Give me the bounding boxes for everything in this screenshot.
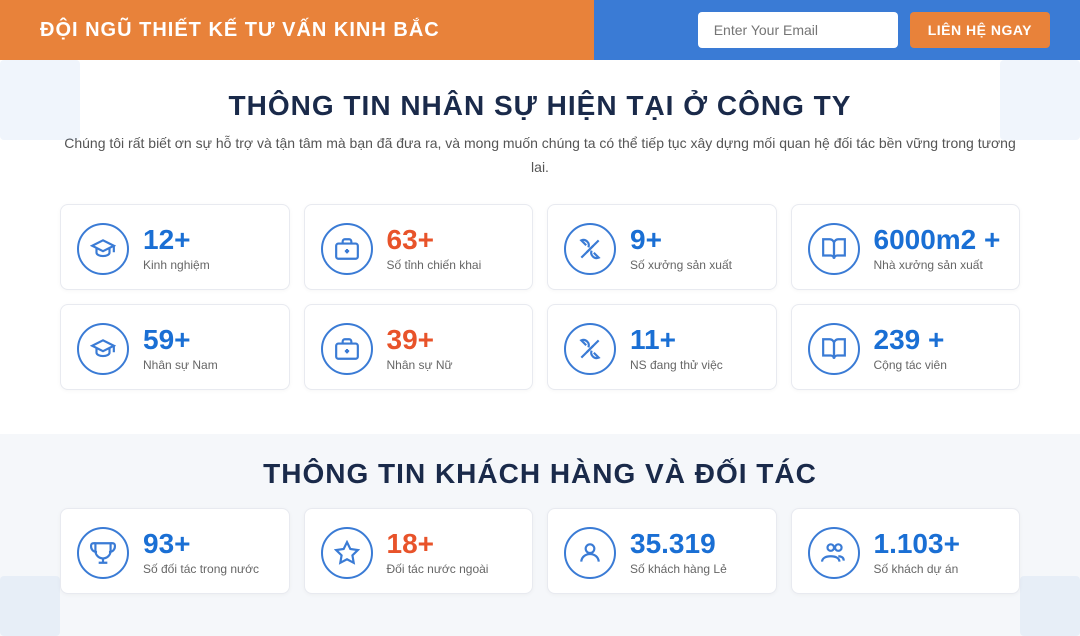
stat-label-nhan-su-nu: Nhân sự Nữ	[387, 358, 453, 372]
stat-number-khach-du-an: 1.103+	[874, 529, 960, 560]
stat-label-thu-viec: NS đang thử việc	[630, 358, 723, 372]
stat-label-nhan-su-nam: Nhân sự Nam	[143, 358, 218, 372]
stat-card-cong-tac-vien: 239 + Cộng tác viên	[791, 304, 1021, 390]
stat-card-thu-viec: 11+ NS đang thử việc	[547, 304, 777, 390]
stat-card-doi-tac-trong-nuoc: 93+ Số đối tác trong nước	[60, 508, 290, 594]
stat-number-khach-hang-le: 35.319	[630, 529, 727, 560]
header-right: LIÊN HỆ NGAY	[698, 12, 1050, 48]
star-icon	[321, 527, 373, 579]
stat-number-cong-tac-vien: 239 +	[874, 325, 947, 356]
stat-number-kinh-nghiem: 12+	[143, 225, 210, 256]
stat-number-doi-tac-nuoc-ngoai: 18+	[387, 529, 489, 560]
stat-number-thu-viec: 11+	[630, 325, 723, 356]
stat-label-xuong: Số xưởng sản xuất	[630, 258, 732, 272]
stat-label-tinh: Số tỉnh chiến khai	[387, 258, 482, 272]
stat-card-xuong: 9+ Số xưởng sản xuất	[547, 204, 777, 290]
header-title: ĐỘI NGŨ THIẾT KẾ TƯ VẤN KINH BẮC	[40, 19, 440, 42]
book-icon	[808, 223, 860, 275]
book-icon-2	[808, 323, 860, 375]
stat-label-khach-hang-le: Số khách hàng Lẻ	[630, 562, 727, 576]
stat-label-doi-tac-trong-nuoc: Số đối tác trong nước	[143, 562, 259, 576]
tools-icon	[564, 223, 616, 275]
contact-button[interactable]: LIÊN HỆ NGAY	[910, 12, 1050, 48]
stat-card-kinh-nghiem: 12+ Kinh nghiệm	[60, 204, 290, 290]
stat-number-nhan-su-nu: 39+	[387, 325, 453, 356]
stat-card-tinh: 63+ Số tỉnh chiến khai	[304, 204, 534, 290]
graduation-icon	[77, 223, 129, 275]
section-nhan-su: THÔNG TIN NHÂN SỰ HIỆN TẠI Ở CÔNG TY Chú…	[0, 60, 1080, 434]
stat-card-nha-xuong: 6000m2 + Nhà xưởng sản xuất	[791, 204, 1021, 290]
stat-number-doi-tac-trong-nuoc: 93+	[143, 529, 259, 560]
graduation-icon-2	[77, 323, 129, 375]
stat-number-xuong: 9+	[630, 225, 732, 256]
section2-title: THÔNG TIN KHÁCH HÀNG VÀ ĐỐI TÁC	[60, 458, 1020, 490]
stat-card-khach-hang-le: 35.319 Số khách hàng Lẻ	[547, 508, 777, 594]
stat-label-khach-du-an: Số khách dự án	[874, 562, 960, 576]
stat-label-cong-tac-vien: Cộng tác viên	[874, 358, 947, 372]
stat-card-khach-du-an: 1.103+ Số khách dự án	[791, 508, 1021, 594]
stat-number-tinh: 63+	[387, 225, 482, 256]
stat-label-nha-xuong: Nhà xưởng sản xuất	[874, 258, 1001, 272]
stat-card-nhan-su-nam: 59+ Nhân sự Nam	[60, 304, 290, 390]
stat-number-nhan-su-nam: 59+	[143, 325, 218, 356]
person-icon	[564, 527, 616, 579]
section-khach-hang: THÔNG TIN KHÁCH HÀNG VÀ ĐỐI TÁC 93+ Số đ…	[0, 434, 1080, 636]
stat-number-nha-xuong: 6000m2 +	[874, 225, 1001, 256]
section1-subtitle: Chúng tôi rất biết ơn sự hỗ trợ và tận t…	[60, 132, 1020, 180]
group-icon	[808, 527, 860, 579]
header: ĐỘI NGŨ THIẾT KẾ TƯ VẤN KINH BẮC LIÊN HỆ…	[0, 0, 1080, 60]
stat-card-nhan-su-nu: 39+ Nhân sự Nữ	[304, 304, 534, 390]
stat-card-doi-tac-nuoc-ngoai: 18+ Đối tác nước ngoài	[304, 508, 534, 594]
stat-label-doi-tac-nuoc-ngoai: Đối tác nước ngoài	[387, 562, 489, 576]
stats-row1: 12+ Kinh nghiệm 63+ Số tỉnh chiến khai	[60, 204, 1020, 290]
briefcase-icon	[321, 223, 373, 275]
tools-icon-2	[564, 323, 616, 375]
email-input[interactable]	[698, 12, 898, 48]
briefcase-icon-2	[321, 323, 373, 375]
trophy-icon	[77, 527, 129, 579]
section1-title: THÔNG TIN NHÂN SỰ HIỆN TẠI Ở CÔNG TY	[60, 90, 1020, 122]
stat-label-kinh-nghiem: Kinh nghiệm	[143, 258, 210, 272]
stats-row2: 59+ Nhân sự Nam 39+ Nhân sự Nữ	[60, 304, 1020, 390]
stats-khach-hang: 93+ Số đối tác trong nước 18+ Đối tác nư…	[60, 508, 1020, 594]
